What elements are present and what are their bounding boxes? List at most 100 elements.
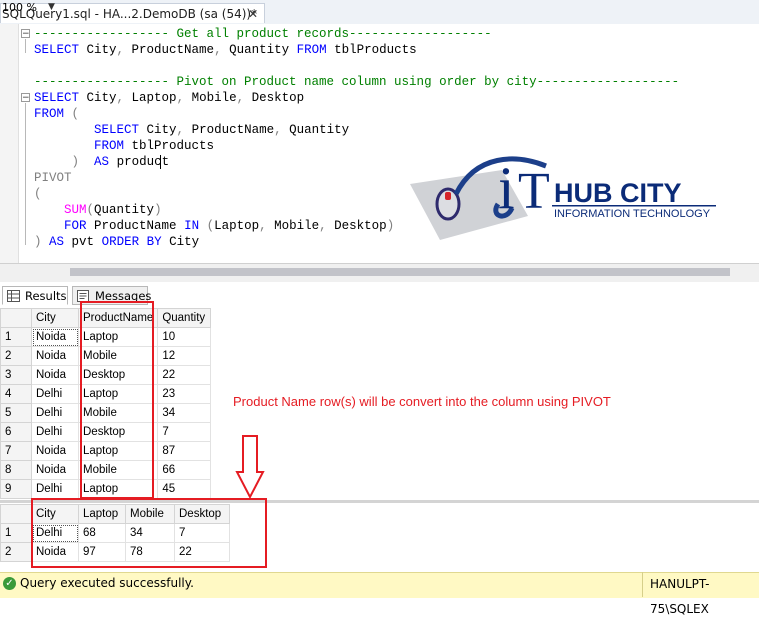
row-number[interactable]: 4	[0, 384, 32, 404]
row-number[interactable]: 3	[0, 365, 32, 385]
code-token: SELECT	[94, 123, 140, 137]
code-token: ORDER	[101, 235, 140, 249]
code-token: City	[161, 235, 200, 249]
code-token: (	[34, 187, 42, 201]
table-cell[interactable]: Noida	[31, 365, 79, 385]
code-token: ------------------ Pivot on Product name…	[34, 75, 680, 89]
table-cell[interactable]: Delhi	[31, 384, 79, 404]
zoom-level[interactable]: 100 %	[2, 1, 37, 14]
code-line[interactable]: FOR ProductName IN (Laptop, Mobile, Desk…	[34, 218, 394, 234]
row-number-header[interactable]	[0, 308, 32, 328]
logo-letter-i: i	[498, 155, 515, 221]
code-token: ,	[116, 91, 125, 105]
row-number[interactable]: 1	[0, 523, 32, 543]
code-line[interactable]: SELECT City, Laptop, Mobile, Desktop	[34, 90, 304, 106]
table-cell[interactable]: Delhi	[31, 403, 79, 423]
zoom-dropdown-icon[interactable]: ▼	[48, 2, 55, 12]
row-number-header[interactable]	[0, 504, 32, 524]
table-cell[interactable]: Noida	[31, 460, 79, 480]
code-token: ,	[274, 123, 282, 137]
close-tab-icon[interactable]: ✕	[248, 4, 258, 24]
code-token: Mobile	[266, 219, 320, 233]
outline-guide-1	[25, 39, 26, 53]
column-header[interactable]: Quantity	[157, 308, 212, 328]
scrollbar-thumb[interactable]	[70, 268, 730, 276]
row-number[interactable]: 2	[0, 346, 32, 366]
table-cell[interactable]: 12	[157, 346, 212, 366]
column-header[interactable]: City	[31, 308, 79, 328]
table-cell[interactable]: Delhi	[31, 422, 79, 442]
code-token: Quantity	[281, 123, 350, 137]
code-token: tblProducts	[124, 139, 215, 153]
code-token: FROM	[296, 43, 327, 57]
row-number[interactable]: 6	[0, 422, 32, 442]
code-token: SELECT	[34, 91, 80, 105]
code-token: Desktop	[326, 219, 387, 233]
table-cell[interactable]: 23	[157, 384, 212, 404]
table-cell[interactable]: 10	[157, 327, 212, 347]
code-line[interactable]: ) AS pvt ORDER BY City	[34, 234, 199, 250]
code-line[interactable]: SELECT City, ProductName, Quantity	[34, 122, 349, 138]
code-token: (	[206, 219, 215, 233]
code-line[interactable]: SUM(Quantity)	[34, 202, 162, 218]
code-token: Desktop	[244, 91, 305, 105]
row-number[interactable]: 1	[0, 327, 32, 347]
table-cell[interactable]: Noida	[31, 346, 79, 366]
text-caret	[160, 155, 161, 169]
table-cell[interactable]: 34	[157, 403, 212, 423]
code-line[interactable]: SELECT City, ProductName, Quantity FROM …	[34, 42, 417, 58]
table-cell[interactable]: Noida	[31, 441, 79, 461]
table-cell[interactable]: 87	[157, 441, 212, 461]
code-token: AS	[94, 155, 110, 169]
code-line[interactable]: ------------------ Get all product recor…	[34, 26, 492, 42]
code-token: ProductName	[124, 43, 215, 57]
collapse-toggle-1[interactable]: −	[21, 29, 30, 39]
table-cell[interactable]: Delhi	[31, 479, 79, 499]
row-number[interactable]: 2	[0, 542, 32, 562]
code-token: ,	[176, 91, 185, 105]
table-cell[interactable]: 45	[157, 479, 212, 499]
code-token: BY	[146, 235, 162, 249]
code-token: )	[34, 235, 42, 249]
table-cell[interactable]: 7	[157, 422, 212, 442]
code-token: ,	[116, 43, 125, 57]
code-token: (	[64, 107, 80, 121]
down-arrow-icon	[235, 435, 265, 500]
ithub-city-logo: i T HUB CITY INFORMATION TECHNOLOGY	[410, 155, 716, 240]
code-token: )	[386, 219, 395, 233]
row-number[interactable]: 7	[0, 441, 32, 461]
grid-icon	[7, 290, 20, 302]
logo-letter-t: T	[518, 163, 550, 220]
row-number[interactable]: 9	[0, 479, 32, 499]
table-cell[interactable]: 22	[157, 365, 212, 385]
code-line[interactable]: ------------------ Pivot on Product name…	[34, 74, 679, 90]
code-token: Laptop	[124, 91, 177, 105]
row-number[interactable]: 8	[0, 460, 32, 480]
document-tab[interactable]: SQLQuery1.sql - HA...2.DemoDB (sa (54))*…	[0, 3, 265, 23]
tab-results[interactable]: Results	[2, 286, 68, 305]
table-cell[interactable]: 66	[157, 460, 212, 480]
code-line[interactable]: ) AS product	[34, 154, 170, 170]
code-line[interactable]: (	[34, 186, 42, 202]
code-token: ------------------ Get all product recor…	[34, 27, 492, 41]
document-tab-title: SQLQuery1.sql - HA...2.DemoDB (sa (54))*	[2, 7, 258, 21]
code-line[interactable]: FROM (	[34, 106, 79, 122]
code-token: ,	[176, 123, 185, 137]
code-token: ,	[319, 219, 327, 233]
collapse-toggle-2[interactable]: −	[21, 93, 30, 103]
row-number[interactable]: 5	[0, 403, 32, 423]
code-token: )	[71, 155, 80, 169]
code-token: Mobile	[184, 91, 237, 105]
code-token: City	[79, 91, 117, 105]
code-token: AS	[49, 235, 65, 249]
outline-guide-2	[25, 103, 26, 245]
code-line[interactable]: PIVOT	[34, 170, 72, 186]
code-line[interactable]: FROM tblProducts	[34, 138, 214, 154]
table-cell[interactable]: Noida	[31, 327, 79, 347]
